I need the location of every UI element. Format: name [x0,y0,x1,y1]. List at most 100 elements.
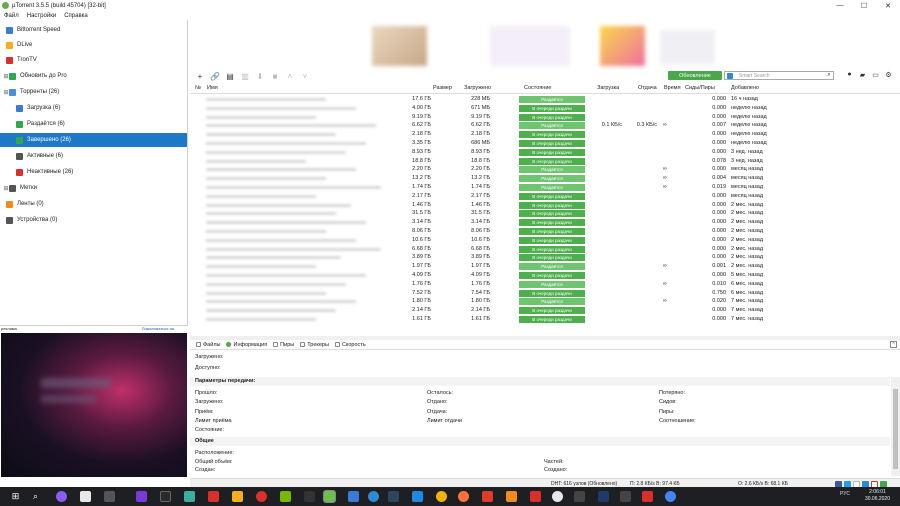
menu-file[interactable]: Файл [4,13,19,19]
table-row[interactable]: 9.19 ГБ 9.19 ГБ 0.000 неделю назад В очереди… [190,113,900,122]
utorrent-taskbar-icon[interactable] [323,490,336,503]
detail-tab[interactable]: Трекеры [300,342,329,348]
detail-tab[interactable]: Скорость [334,342,366,348]
move-up-icon[interactable]: ˄ [285,71,295,81]
app4-icon[interactable] [136,491,147,502]
table-row[interactable]: 4.09 ГБ 4.09 ГБ 0.000 5 мес. назад В очереди… [190,271,900,280]
create-torrent-icon[interactable]: ▤ [225,71,235,81]
table-row[interactable]: 17.6 ГБ 228 МБ 0.000 16 ч назад Раздаётся [190,95,900,104]
app11-icon[interactable] [304,491,315,502]
chrome-icon[interactable] [665,491,676,502]
app6-icon[interactable] [184,491,195,502]
settings-icon[interactable]: ⚙ [884,71,893,80]
col-ratio[interactable]: Сиды/Пиры [685,85,715,91]
table-row[interactable]: 8.93 ГБ 8.93 ГБ 0.000 3 нед. назад В очереди… [190,148,900,157]
app14-icon[interactable] [368,491,379,502]
sidebar-item[interactable]: ⊞ Метки [0,181,187,195]
yandex-icon[interactable] [642,491,653,502]
sidebar-item[interactable]: Bittorrent Speed [0,23,187,37]
sidebar-item[interactable]: Завершено (26) [0,133,187,147]
table-row[interactable]: 2.18 ГБ 2.18 ГБ 0.000 неделю назад В очереди… [190,130,900,139]
app1-icon[interactable] [56,491,67,502]
app22-icon[interactable] [552,491,563,502]
col-number[interactable]: № [195,85,201,91]
menu-help[interactable]: Справка [64,13,88,19]
input-language[interactable]: РУС [840,491,850,497]
add-link-icon[interactable]: 🔗 [210,71,220,81]
chat-icon[interactable]: ▰ [858,71,867,80]
table-row[interactable]: 10.6 ГБ 10.6 ГБ 0.000 2 мес. назад В очереди… [190,236,900,245]
sidebar-item[interactable]: ⊞ Торренты (26) [0,85,187,99]
app19-icon[interactable] [482,491,493,502]
app21-icon[interactable] [530,491,541,502]
maximize-button[interactable]: ☐ [852,2,876,10]
ad-image[interactable] [1,333,187,477]
app13-icon[interactable] [348,491,359,502]
table-row[interactable]: 4.00 ГБ 671 МБ 0.000 неделю назад В очереди … [190,104,900,113]
steam-icon[interactable] [388,491,399,502]
sidebar-item[interactable]: Неактивные (26) [0,165,187,179]
table-row[interactable]: 2.17 ГБ 2.17 ГБ 0.000 месяц назад В очереди … [190,192,900,201]
table-row[interactable]: 6.68 ГБ 6.68 ГБ 0.000 2 мес. назад В очереди… [190,245,900,254]
search-box[interactable]: Smart Search ⌕ [724,71,834,80]
update-button[interactable]: Обновление [668,71,722,80]
table-row[interactable]: 8.06 ГБ 8.06 ГБ 0.000 2 мес. назад В очереди… [190,227,900,236]
stop-icon[interactable]: ■ [270,71,280,81]
detail-tab[interactable]: Файлы [196,342,220,348]
table-row[interactable]: 2.20 ГБ 2.20 ГБ ∞ 0.000 месяц назад Раздаётся [190,165,900,174]
add-torrent-icon[interactable]: + [195,71,205,81]
table-row[interactable]: 3.35 ГБ 686 МБ 0.000 неделю назад В очереди … [190,139,900,148]
move-down-icon[interactable]: ˅ [300,71,310,81]
table-row[interactable]: 7.52 ГБ 7.54 ГБ 0.750 6 мес. назад В очереди… [190,289,900,298]
sidebar-item[interactable]: Ленты (0) [0,197,187,211]
sidebar-item[interactable]: TronTV [0,53,187,67]
search-icon[interactable]: ⌕ [825,72,833,79]
close-button[interactable]: ✕ [876,2,900,10]
firefox-icon[interactable] [458,491,469,502]
app9-icon[interactable] [256,491,267,502]
col-status[interactable]: Состояние [524,85,551,91]
table-row[interactable]: 3.14 ГБ 3.14 ГБ 0.000 2 мес. назад В очереди… [190,218,900,227]
app5-icon[interactable] [160,491,171,502]
clock[interactable]: 2:06:01 30.06.2020 [865,489,890,503]
sidebar-item[interactable]: DLive [0,38,187,52]
top-banner-ad[interactable] [360,20,720,70]
app3-icon[interactable] [104,491,115,502]
table-row[interactable]: 3.89 ГБ 3.89 ГБ 0.000 2 мес. назад В очереди… [190,253,900,262]
detail-tab[interactable]: Пиры [273,342,294,348]
sidebar-item[interactable]: Раздаётся (6) [0,117,187,131]
search-taskbar-icon[interactable]: ⌕ [30,491,41,502]
vlc-icon[interactable] [506,491,517,502]
delete-icon[interactable]: ▥ [240,71,250,81]
remote-icon[interactable]: ▭ [871,71,880,80]
photoshop-icon[interactable] [598,491,609,502]
sidebar-item[interactable]: ⊞ Обновить до Pro [0,69,187,83]
windows-start-icon[interactable]: ⊞ [10,491,21,502]
col-name[interactable]: Имя [207,85,218,91]
table-row[interactable]: 6.62 ГБ 6.62 ГБ 0.1 КБ/с 0.3 КБ/с ∞ 0.007 неде… [190,121,900,130]
table-row[interactable]: 31.5 ГБ 31.5 ГБ 0.000 2 мес. назад В очереди… [190,209,900,218]
table-row[interactable]: 1.80 ГБ 1.80 ГБ ∞ 0.020 7 мес. назад Раздаётс… [190,297,900,306]
bulb-icon[interactable]: ● [845,71,854,80]
app17-icon[interactable] [436,491,447,502]
table-row[interactable]: 2.14 ГБ 2.14 ГБ 0.000 7 мес. назад В очереди… [190,306,900,315]
minimize-button[interactable]: — [828,2,852,9]
table-row[interactable]: 13.2 ГБ 13.2 ГБ ∞ 0.004 месяц назад Раздаётся [190,174,900,183]
table-row[interactable]: 1.76 ГБ 1.76 ГБ ∞ 0.010 6 мес. назад Раздаётс… [190,280,900,289]
start-icon[interactable]: ⬇ [255,71,265,81]
app2-icon[interactable] [80,491,91,502]
col-eta[interactable]: Время [664,85,681,91]
ad-report-link[interactable]: Пожаловаться на [142,326,174,332]
col-size[interactable]: Размер [433,85,452,91]
table-row[interactable]: 1.97 ГБ 1.97 ГБ ∞ 0.001 2 мес. назад Раздаётс… [190,262,900,271]
app16-icon[interactable] [412,491,423,502]
table-row[interactable]: 18.8 ГБ 18.8 ГБ 0.078 3 нед. назад В очереди… [190,157,900,166]
table-row[interactable]: 1.74 ГБ 1.74 ГБ ∞ 0.019 месяц назад Раздаётся [190,183,900,192]
menu-settings[interactable]: Настройки [27,13,56,19]
col-up-speed[interactable]: Отдача [638,85,657,91]
col-added[interactable]: Добавлено [731,85,759,91]
app23-icon[interactable] [574,491,585,502]
table-row[interactable]: 1.61 ГБ 1.61 ГБ 0.000 7 мес. назад В очереди… [190,315,900,324]
collapse-panel-icon[interactable]: ⌃ [890,341,897,348]
sidebar-item[interactable]: Загрузка (6) [0,101,187,115]
